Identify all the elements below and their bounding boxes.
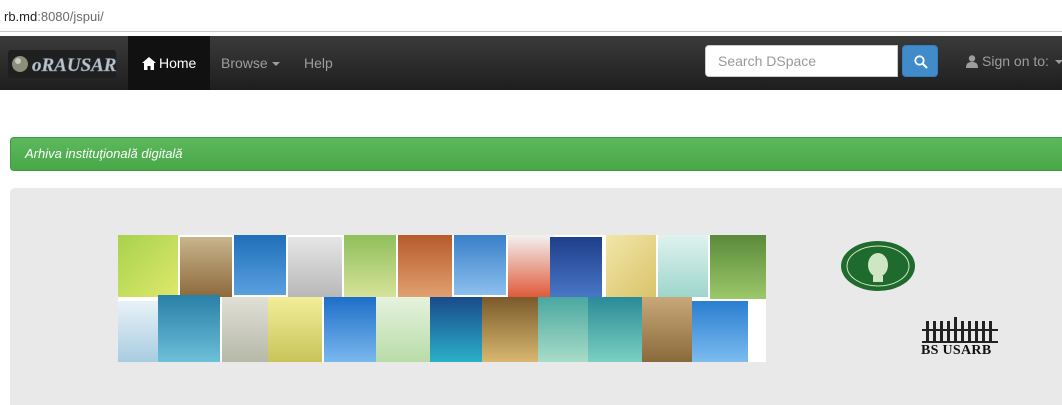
book-cover xyxy=(324,297,376,362)
nav-home-label: Home xyxy=(159,55,197,71)
book-cover xyxy=(158,295,220,362)
book-cover xyxy=(692,301,748,362)
banner-text: Arhiva instituţională digitală xyxy=(25,146,183,161)
book-cover xyxy=(642,297,692,362)
search-icon xyxy=(914,55,928,69)
bs-usarb-text: BS USARB xyxy=(921,343,992,358)
book-cover xyxy=(376,297,430,362)
university-seal-logo xyxy=(841,241,915,291)
nav-help-label: Help xyxy=(304,55,333,71)
book-cover xyxy=(344,235,396,297)
sign-on-dropdown[interactable]: Sign on to: xyxy=(966,36,1062,90)
book-cover xyxy=(222,297,268,362)
search-button[interactable] xyxy=(902,45,938,77)
url-text[interactable]: rb.md:8080/jspui/ xyxy=(4,9,104,24)
book-cover xyxy=(454,235,506,295)
nav-help[interactable]: Help xyxy=(290,36,347,90)
caret-down-icon xyxy=(1054,60,1062,65)
repository-banner: Arhiva instituţională digitală xyxy=(10,137,1062,171)
book-cover xyxy=(180,237,232,297)
book-cover xyxy=(234,235,286,295)
book-cover xyxy=(268,297,322,362)
browser-address-bar[interactable]: rb.md:8080/jspui/ xyxy=(0,0,1062,32)
book-cover xyxy=(118,235,178,297)
book-cover xyxy=(482,297,538,362)
book-cover xyxy=(288,237,342,297)
nav-home[interactable]: Home xyxy=(128,36,211,90)
nav-browse-label: Browse xyxy=(221,55,268,71)
book-cover xyxy=(550,237,602,299)
nav-browse-dropdown[interactable]: Browse xyxy=(207,36,294,90)
home-icon xyxy=(142,57,156,70)
sign-on-label: Sign on to: xyxy=(982,53,1049,69)
book-cover xyxy=(508,235,554,297)
search-input[interactable] xyxy=(705,45,898,77)
book-cover xyxy=(606,235,656,297)
book-cover xyxy=(710,235,766,299)
brand-logo[interactable]: oRAUSARB xyxy=(8,50,116,78)
book-covers-collage xyxy=(118,235,766,362)
book-cover xyxy=(588,297,642,362)
book-cover xyxy=(658,235,708,297)
caret-down-icon xyxy=(271,62,280,67)
brand-logo-text: oRAUSARB xyxy=(32,55,116,76)
book-cover xyxy=(430,297,482,362)
user-icon xyxy=(966,55,978,68)
book-cover xyxy=(398,235,452,297)
book-cover xyxy=(538,297,588,362)
